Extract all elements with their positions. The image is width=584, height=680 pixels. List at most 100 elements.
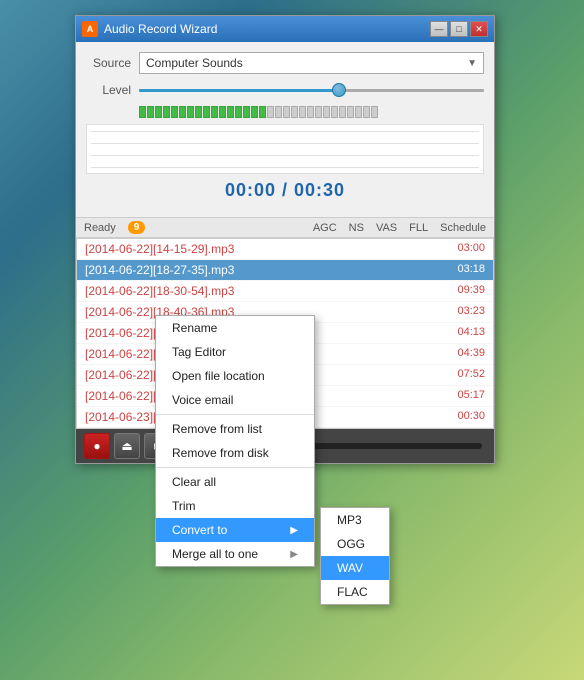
toolbar-bar: Ready 9 AGC NS VAS FLL Schedule: [76, 217, 494, 238]
file-duration-5: 04:39: [457, 347, 485, 361]
submenu-item-3[interactable]: FLAC: [321, 580, 389, 604]
level-segment-10: [219, 106, 226, 118]
ctx-item-2[interactable]: Open file location: [156, 364, 314, 388]
context-menu: Rename Tag Editor Open file location Voice …: [155, 315, 315, 567]
submenu-arrow-icon-8: ▶: [290, 525, 298, 536]
level-segment-2: [155, 106, 162, 118]
file-duration-2: 09:39: [457, 284, 485, 298]
submenu-item-2[interactable]: WAV: [321, 556, 389, 580]
ctx-item-8[interactable]: Convert to ▶: [156, 518, 314, 542]
ctx-label-2: Open file location: [172, 369, 265, 383]
file-duration-1: 03:18: [457, 263, 485, 277]
file-name-1: [2014-06-22][18-27-35].mp3: [85, 263, 234, 277]
ns-button[interactable]: NS: [349, 222, 364, 234]
file-duration-0: 03:00: [457, 242, 485, 256]
agc-button[interactable]: AGC: [313, 222, 337, 234]
ctx-label-0: Rename: [172, 321, 217, 335]
level-segment-12: [235, 106, 242, 118]
level-segment-20: [299, 106, 306, 118]
record-icon: ●: [93, 439, 100, 453]
slider-track: [139, 89, 484, 92]
ctx-label-4: Remove from list: [172, 422, 262, 436]
level-segment-15: [259, 106, 266, 118]
minimize-button[interactable]: —: [430, 21, 448, 37]
ctx-label-8: Convert to: [172, 523, 227, 537]
level-segment-11: [227, 106, 234, 118]
submenu-item-0[interactable]: MP3: [321, 508, 389, 532]
eject-icon: ⏏: [121, 439, 132, 453]
file-name-2: [2014-06-22][18-30-54].mp3: [85, 284, 234, 298]
ctx-item-0[interactable]: Rename: [156, 316, 314, 340]
file-duration-7: 05:17: [457, 389, 485, 403]
dropdown-arrow-icon: ▼: [467, 58, 477, 69]
level-segment-8: [203, 106, 210, 118]
waveform-line-3: [91, 155, 479, 156]
level-row: Level: [86, 82, 484, 98]
file-duration-4: 04:13: [457, 326, 485, 340]
level-segment-6: [187, 106, 194, 118]
level-segment-3: [163, 106, 170, 118]
file-item-2[interactable]: [2014-06-22][18-30-54].mp3 09:39: [77, 281, 493, 302]
ready-label: Ready: [84, 222, 116, 234]
level-segment-28: [363, 106, 370, 118]
title-bar-left: A Audio Record Wizard: [82, 21, 217, 37]
file-name-0: [2014-06-22][14-15-29].mp3: [85, 242, 234, 256]
ctx-label-7: Trim: [172, 499, 196, 513]
window-body: Source Computer Sounds ▼ Level: [76, 42, 494, 217]
level-segment-27: [355, 106, 362, 118]
level-segment-7: [195, 106, 202, 118]
ctx-item-6[interactable]: Clear all: [156, 470, 314, 494]
level-meter: [86, 104, 484, 120]
level-segment-22: [315, 106, 322, 118]
level-segment-13: [243, 106, 250, 118]
ctx-label-5: Remove from disk: [172, 446, 269, 460]
ctx-divider-6: [156, 467, 314, 468]
title-bar: A Audio Record Wizard — □ ✕: [76, 16, 494, 42]
schedule-button[interactable]: Schedule: [440, 222, 486, 234]
timer-display: 00:00 / 00:30: [86, 180, 484, 201]
slider-thumb: [332, 83, 346, 97]
ctx-label-1: Tag Editor: [172, 345, 226, 359]
level-segment-4: [171, 106, 178, 118]
maximize-button[interactable]: □: [450, 21, 468, 37]
level-segment-17: [275, 106, 282, 118]
waveform-line-2: [91, 143, 479, 144]
close-button[interactable]: ✕: [470, 21, 488, 37]
level-segment-21: [307, 106, 314, 118]
ctx-item-1[interactable]: Tag Editor: [156, 340, 314, 364]
submenu-convert: MP3OGGWAVFLAC: [320, 507, 390, 605]
ctx-label-9: Merge all to one: [172, 547, 258, 561]
level-segment-26: [347, 106, 354, 118]
level-segment-5: [179, 106, 186, 118]
ctx-item-5[interactable]: Remove from disk: [156, 441, 314, 465]
level-segment-16: [267, 106, 274, 118]
ctx-divider-4: [156, 414, 314, 415]
submenu-item-1[interactable]: OGG: [321, 532, 389, 556]
level-segment-1: [147, 106, 154, 118]
file-item-1[interactable]: [2014-06-22][18-27-35].mp3 03:18: [77, 260, 493, 281]
title-buttons: — □ ✕: [430, 21, 488, 37]
waveform-line-4: [91, 167, 479, 168]
eject-button[interactable]: ⏏: [114, 433, 140, 459]
level-slider[interactable]: [139, 82, 484, 98]
file-duration-6: 07:52: [457, 368, 485, 382]
fll-button[interactable]: FLL: [409, 222, 428, 234]
level-segment-24: [331, 106, 338, 118]
file-duration-8: 00:30: [457, 410, 485, 424]
source-value: Computer Sounds: [146, 56, 243, 70]
vas-button[interactable]: VAS: [376, 222, 397, 234]
level-segment-9: [211, 106, 218, 118]
file-item-0[interactable]: [2014-06-22][14-15-29].mp3 03:00: [77, 239, 493, 260]
ctx-item-3[interactable]: Voice email: [156, 388, 314, 412]
ctx-label-3: Voice email: [172, 393, 233, 407]
level-segment-0: [139, 106, 146, 118]
level-segment-14: [251, 106, 258, 118]
record-button[interactable]: ●: [84, 433, 110, 459]
ctx-item-7[interactable]: Trim: [156, 494, 314, 518]
waveform-line-1: [91, 131, 479, 132]
ctx-label-6: Clear all: [172, 475, 216, 489]
ctx-item-9[interactable]: Merge all to one▶: [156, 542, 314, 566]
source-dropdown[interactable]: Computer Sounds ▼: [139, 52, 484, 74]
ctx-item-4[interactable]: Remove from list: [156, 417, 314, 441]
waveform-display: [86, 124, 484, 174]
